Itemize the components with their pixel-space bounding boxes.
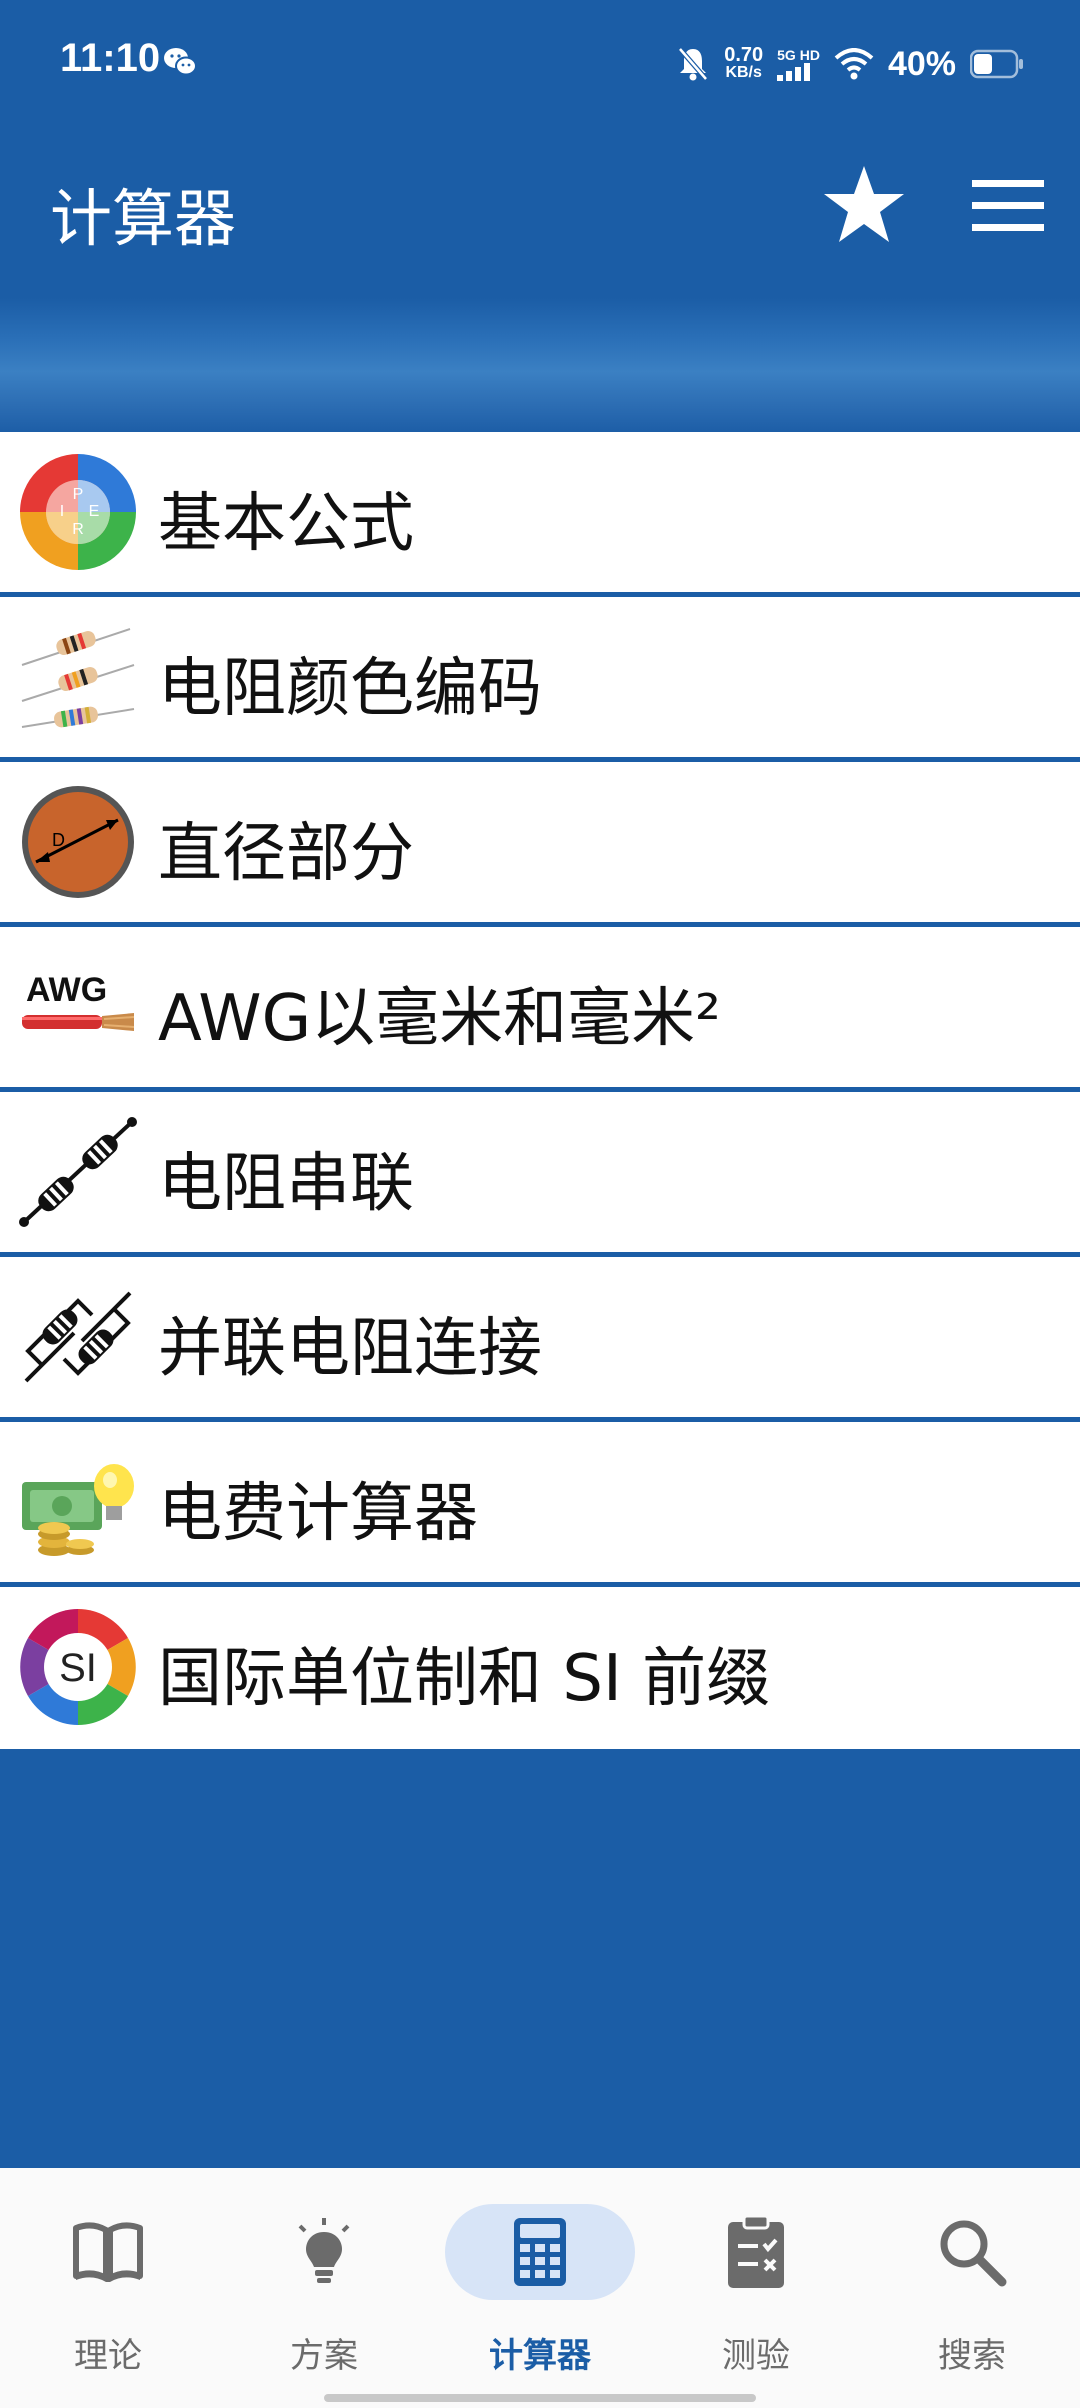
svg-text:I: I	[60, 503, 64, 520]
diameter-icon: D	[22, 786, 134, 898]
electricity-cost-icon	[22, 1464, 134, 1556]
svg-text:SI: SI	[59, 1646, 97, 1690]
calculator-icon	[514, 2218, 566, 2286]
battery-level: 40%	[887, 44, 956, 83]
list-item-si-units[interactable]: SI 国际单位制和 SI 前缀	[0, 1587, 1080, 1749]
nav-icon-container	[877, 2204, 1067, 2300]
svg-text:AWG: AWG	[26, 971, 107, 1009]
list-item-resistors-series[interactable]: 电阻串联	[0, 1092, 1080, 1252]
book-icon	[73, 2222, 143, 2282]
nav-search[interactable]: 搜索	[864, 2168, 1080, 2408]
list-item-diameter[interactable]: D 直径部分	[0, 762, 1080, 922]
resistors-series-icon	[19, 1117, 137, 1227]
list-item-awg[interactable]: AWG AWG以毫米和毫米²	[0, 927, 1080, 1087]
calculator-list: P E R I 基本公式 电阻颜色编码 D 直径部分 AWG AWG以毫米和毫米…	[0, 432, 1080, 1749]
nav-label: 方案	[290, 2336, 358, 2376]
home-indicator[interactable]	[324, 2394, 756, 2402]
mute-bell-icon	[678, 47, 709, 81]
list-item-basic-formulas[interactable]: P E R I 基本公式	[0, 432, 1080, 592]
menu-icon[interactable]	[970, 170, 1046, 242]
nav-calculator[interactable]: 计算器	[432, 2168, 648, 2408]
nav-icon-container	[661, 2204, 851, 2300]
app-bar: 计算器	[0, 128, 1080, 298]
network-type: 5G HD	[777, 47, 820, 81]
list-item-label: 并联电阻连接	[158, 1312, 542, 1386]
nav-label: 搜索	[938, 2336, 1006, 2376]
svg-text:R: R	[72, 521, 84, 538]
list-item-electricity-cost[interactable]: 电费计算器	[0, 1422, 1080, 1582]
list-item-label: 国际单位制和 SI 前缀	[158, 1642, 771, 1716]
si-units-icon: SI	[20, 1609, 136, 1725]
svg-text:E: E	[89, 503, 100, 520]
header-gradient-band	[0, 298, 1080, 432]
nav-label: 测验	[722, 2336, 790, 2376]
nav-icon-container	[445, 2204, 635, 2300]
svg-text:P: P	[73, 486, 84, 503]
battery-icon	[970, 49, 1023, 79]
network-type-label: 5G HD	[777, 47, 820, 63]
list-item-label: 电阻串联	[158, 1147, 414, 1221]
awg-wire-icon: AWG	[22, 971, 135, 1031]
nav-label: 理论	[74, 2336, 142, 2376]
net-speed-unit: KB/s	[725, 64, 762, 81]
nav-theory[interactable]: 理论	[0, 2168, 216, 2408]
list-item-label: 电费计算器	[158, 1477, 478, 1551]
list-item-resistor-color-code[interactable]: 电阻颜色编码	[0, 597, 1080, 757]
favorites-star-icon[interactable]	[822, 162, 906, 246]
list-item-label: 基本公式	[158, 487, 414, 561]
net-speed: 0.70 KB/s	[724, 44, 764, 82]
svg-text:D: D	[52, 830, 65, 850]
ohms-law-wheel-icon: P E R I	[20, 454, 136, 570]
lightbulb-icon	[298, 2218, 350, 2283]
nav-icon-container	[229, 2204, 419, 2300]
bottom-navigation: 理论 方案 计算器 测验 搜索	[0, 2168, 1080, 2408]
list-item-label: AWG以毫米和毫米²	[158, 982, 721, 1056]
net-speed-value: 0.70	[724, 44, 764, 66]
signal-icon	[777, 63, 811, 81]
list-item-label: 电阻颜色编码	[158, 652, 542, 726]
screen: 11:10 0.70 KB/s 5G HD 40% 计算器 P E R I 基本…	[0, 0, 1080, 2408]
list-item-label: 直径部分	[158, 817, 414, 891]
resistor-color-code-icon	[21, 628, 135, 728]
nav-label: 计算器	[489, 2336, 591, 2376]
resistors-parallel-icon	[24, 1291, 132, 1383]
list-item-resistors-parallel[interactable]: 并联电阻连接	[0, 1257, 1080, 1417]
search-icon	[940, 2220, 1007, 2287]
status-indicators: 0.70 KB/s 5G HD 40%	[676, 38, 1024, 90]
page-title: 计算器	[50, 182, 237, 255]
clipboard-icon	[728, 2214, 784, 2288]
nav-icon-container	[13, 2204, 203, 2300]
nav-circuits[interactable]: 方案	[216, 2168, 432, 2408]
nav-quiz[interactable]: 测验	[648, 2168, 864, 2408]
wechat-icon	[164, 48, 197, 76]
wifi-icon	[834, 48, 874, 80]
status-bar: 11:10 0.70 KB/s 5G HD 40%	[0, 0, 1080, 128]
status-time: 11:10	[60, 36, 161, 80]
